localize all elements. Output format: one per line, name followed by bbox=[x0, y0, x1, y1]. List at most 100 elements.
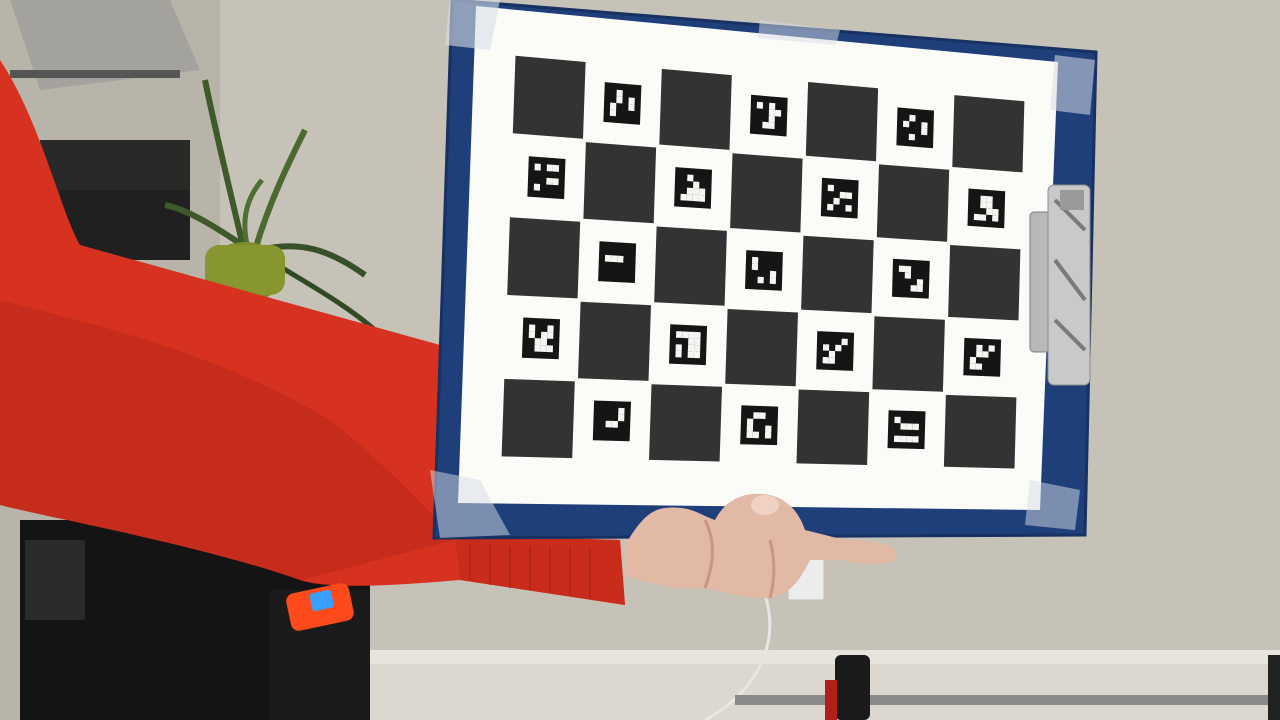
aruco-bit bbox=[688, 338, 695, 345]
aruco-bit bbox=[916, 285, 923, 292]
checker-square bbox=[725, 309, 798, 387]
aruco-bit bbox=[898, 265, 906, 273]
aruco-bit bbox=[756, 101, 764, 109]
aruco-bit bbox=[900, 435, 907, 443]
aruco-bit bbox=[618, 407, 625, 415]
aruco-bit bbox=[921, 122, 928, 129]
aruco-bit bbox=[912, 436, 919, 443]
aruco-bit bbox=[992, 208, 999, 216]
aruco-bit bbox=[752, 431, 759, 439]
aruco-bit bbox=[546, 164, 553, 172]
aruco-bit bbox=[752, 256, 759, 264]
aruco-bit bbox=[692, 188, 700, 195]
aruco-bit bbox=[969, 363, 976, 370]
aruco-bit bbox=[769, 270, 777, 278]
aruco-marker bbox=[745, 250, 783, 291]
aruco-bit bbox=[982, 351, 989, 358]
aruco-bit bbox=[680, 193, 687, 201]
checker-square bbox=[501, 378, 575, 459]
aruco-bit bbox=[762, 121, 769, 129]
aruco-bit bbox=[910, 285, 917, 292]
aruco-bit bbox=[986, 202, 993, 209]
checker-square bbox=[578, 301, 651, 381]
aruco-bit bbox=[675, 344, 682, 351]
aruco-bit bbox=[976, 350, 983, 358]
aruco-bit bbox=[908, 133, 915, 141]
aruco-bit bbox=[975, 363, 983, 370]
aruco-bit bbox=[822, 356, 829, 364]
aruco-bit bbox=[534, 163, 541, 171]
aruco-bit bbox=[682, 331, 689, 339]
aruco-bit bbox=[698, 194, 706, 202]
aruco-bit bbox=[909, 114, 916, 122]
checker-square bbox=[805, 82, 879, 162]
aruco-bit bbox=[694, 338, 701, 346]
aruco-bit bbox=[617, 255, 624, 263]
aruco-bit bbox=[533, 183, 541, 191]
checker-square bbox=[872, 316, 945, 392]
aruco-bit bbox=[699, 188, 706, 196]
aruco-bit bbox=[828, 357, 835, 364]
aruco-bit bbox=[765, 425, 772, 433]
checker-square bbox=[801, 235, 874, 314]
aruco-bit bbox=[835, 344, 842, 352]
aruco-bit bbox=[753, 412, 760, 419]
aruco-bit bbox=[841, 338, 848, 346]
aruco-bit bbox=[604, 254, 612, 262]
aruco-marker bbox=[527, 156, 566, 200]
checker-square bbox=[876, 164, 950, 242]
aruco-bit bbox=[611, 255, 618, 263]
aruco-bit bbox=[833, 197, 840, 205]
aruco-bit bbox=[675, 350, 682, 358]
checker-square bbox=[507, 217, 581, 299]
aruco-marker bbox=[740, 405, 779, 446]
aruco-bit bbox=[827, 203, 834, 211]
aruco-bit bbox=[618, 414, 625, 422]
aruco-marker bbox=[592, 400, 631, 442]
aruco-bit bbox=[694, 331, 701, 339]
aruco-bit bbox=[616, 89, 623, 97]
aruco-bit bbox=[688, 331, 695, 339]
aruco-bit bbox=[687, 351, 694, 358]
aruco-bit bbox=[676, 331, 683, 338]
aruco-bit bbox=[746, 431, 753, 438]
aruco-bit bbox=[757, 276, 764, 284]
checker-square bbox=[796, 389, 870, 465]
aruco-bit bbox=[992, 215, 999, 222]
aruco-bit bbox=[605, 420, 612, 428]
aruco-bit bbox=[827, 184, 834, 192]
aruco-bit bbox=[980, 201, 987, 209]
floor bbox=[360, 660, 1280, 720]
aruco-marker bbox=[820, 177, 859, 219]
aruco-marker bbox=[669, 324, 708, 366]
aruco-bit bbox=[904, 265, 912, 273]
aruco-bit bbox=[969, 356, 977, 364]
aruco-bit bbox=[616, 96, 623, 104]
aruco-bit bbox=[986, 196, 993, 203]
aruco-bit bbox=[774, 109, 782, 117]
aruco-bit bbox=[687, 344, 695, 352]
aruco-bit bbox=[546, 345, 553, 353]
aruco-bit bbox=[694, 345, 701, 352]
aruco-bit bbox=[828, 350, 836, 358]
skirting-board bbox=[360, 650, 1280, 664]
aruco-bit bbox=[903, 120, 910, 128]
aruco-bit bbox=[921, 128, 928, 136]
aruco-bit bbox=[540, 345, 547, 352]
aruco-bit bbox=[686, 194, 693, 201]
checker-square bbox=[512, 55, 586, 139]
checker-square bbox=[952, 95, 1025, 173]
checker-square bbox=[659, 68, 732, 150]
aruco-bit bbox=[976, 344, 983, 352]
aruco-bit bbox=[845, 205, 852, 212]
aruco-bit bbox=[611, 420, 618, 428]
photo-scene bbox=[0, 0, 1280, 720]
aruco-bit bbox=[628, 97, 635, 105]
aruco-bit bbox=[980, 195, 987, 203]
aruco-bit bbox=[547, 332, 554, 339]
aruco-bit bbox=[751, 263, 759, 271]
aruco-bit bbox=[547, 325, 554, 333]
aruco-bit bbox=[768, 109, 776, 117]
checker-square bbox=[943, 394, 1017, 469]
aruco-bit bbox=[628, 104, 635, 112]
